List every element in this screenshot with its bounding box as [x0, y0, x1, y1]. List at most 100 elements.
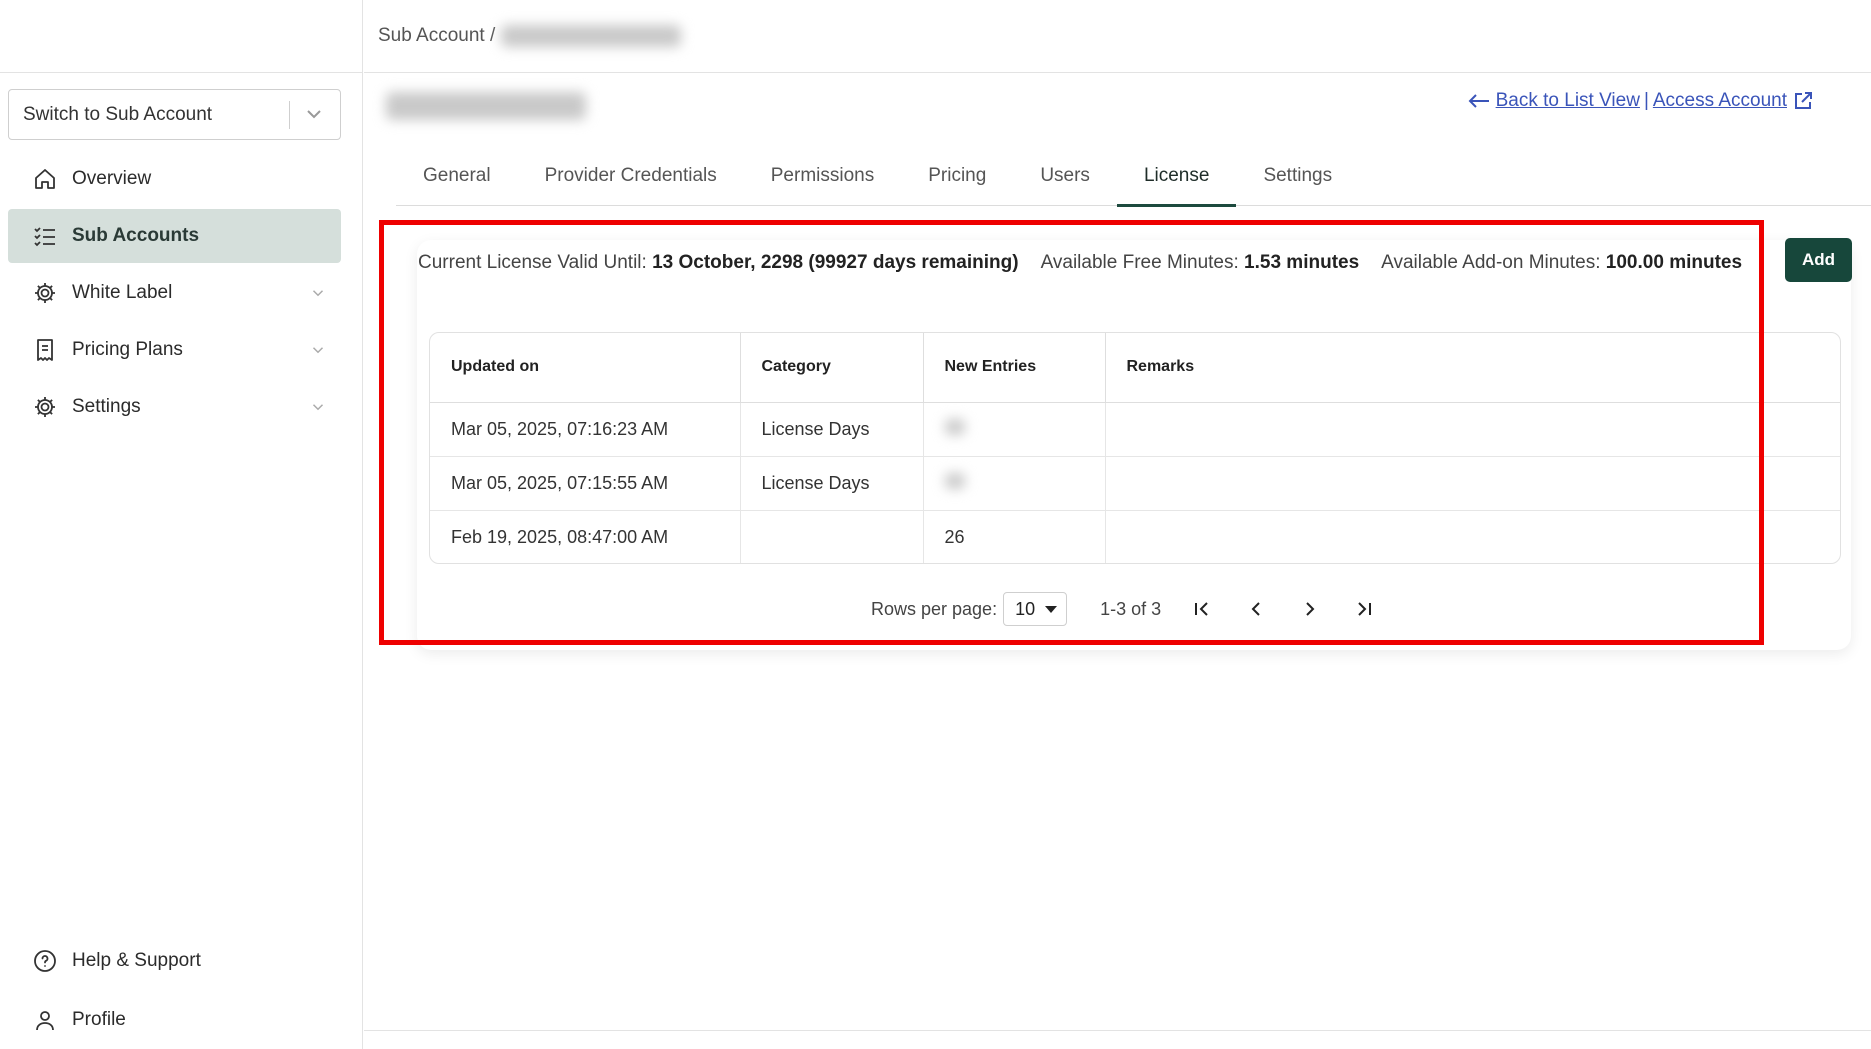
sidebar-item-label: Pricing Plans	[72, 339, 183, 360]
addon-minutes-value: 100.00 minutes	[1605, 252, 1743, 273]
next-page-button[interactable]	[1297, 596, 1323, 622]
main-content: Sub Account / Back to List View | Access…	[364, 0, 1871, 1049]
switch-sub-account-label: Switch to Sub Account	[23, 103, 213, 125]
license-validity: Current License Valid Until: 13 October,…	[418, 252, 1019, 274]
chevron-right-icon	[1306, 602, 1315, 616]
chevron-down-icon	[312, 404, 324, 411]
redacted-value	[944, 418, 965, 435]
user-icon	[32, 1007, 58, 1033]
rows-per-page-value: 10	[1015, 598, 1036, 619]
free-minutes-label: Available Free Minutes:	[1040, 252, 1239, 273]
table-header-row: Updated on Category New Entries Remarks	[430, 333, 1840, 403]
arrow-left-icon[interactable]	[1468, 93, 1490, 109]
sidebar-item-label: Sub Accounts	[72, 225, 200, 246]
chevron-down-icon	[312, 290, 324, 297]
column-header-updated-on[interactable]: Updated on	[430, 333, 741, 403]
tab-bar: General Provider Credentials Permissions…	[396, 145, 1871, 207]
external-link-icon[interactable]	[1793, 91, 1813, 111]
table-row: Mar 05, 2025, 07:16:23 AM License Days	[430, 402, 1840, 457]
pagination: Rows per page: 10 1-3 of 3	[871, 592, 1377, 626]
caret-down-icon	[1045, 606, 1058, 613]
first-page-icon	[1195, 602, 1208, 616]
table-row: Feb 19, 2025, 08:47:00 AM 26	[430, 510, 1840, 563]
previous-page-button[interactable]	[1243, 596, 1269, 622]
breadcrumb-account-name-redacted	[501, 25, 682, 47]
gear-icon	[32, 280, 58, 306]
tab-license[interactable]: License	[1116, 145, 1237, 207]
table-row: Mar 05, 2025, 07:15:55 AM License Days	[430, 456, 1840, 511]
breadcrumb: Sub Account /	[364, 0, 1871, 73]
cell-remarks	[1105, 402, 1840, 457]
column-header-remarks[interactable]: Remarks	[1105, 333, 1840, 403]
breadcrumb-root[interactable]: Sub Account /	[378, 25, 495, 47]
sidebar-item-label: Help & Support	[72, 950, 201, 971]
home-icon	[32, 166, 58, 192]
sidebar-item-label: Overview	[72, 168, 152, 189]
sidebar-bottom-nav: Help & Support Profile	[8, 933, 341, 1049]
gear-icon	[32, 394, 58, 420]
cell-updated-on: Mar 05, 2025, 07:15:55 AM	[430, 456, 741, 511]
pagination-range: 1-3 of 3	[1100, 598, 1162, 619]
redacted-value	[944, 472, 965, 489]
tab-permissions[interactable]: Permissions	[744, 145, 901, 206]
cell-new-entries: 26	[923, 510, 1106, 563]
cell-remarks	[1105, 456, 1840, 511]
sidebar-item-white-label[interactable]: White Label	[8, 266, 341, 320]
sidebar-nav: Overview Sub Accounts White Label Pricin…	[8, 152, 341, 437]
license-history-table: Updated on Category New Entries Remarks …	[429, 332, 1841, 564]
last-page-icon	[1358, 602, 1372, 616]
select-separator	[289, 101, 290, 129]
tab-general[interactable]: General	[396, 145, 518, 206]
license-valid-value: 13 October, 2298 (99927 days remaining)	[652, 252, 1019, 273]
receipt-icon	[32, 337, 58, 363]
first-page-button[interactable]	[1189, 596, 1215, 622]
access-account-link[interactable]: Access Account	[1653, 90, 1787, 112]
header-links: Back to List View | Access Account	[1468, 90, 1813, 112]
help-icon	[32, 948, 58, 974]
cell-updated-on: Mar 05, 2025, 07:16:23 AM	[430, 402, 741, 457]
sidebar-item-pricing-plans[interactable]: Pricing Plans	[8, 323, 341, 377]
addon-minutes-label: Available Add-on Minutes:	[1381, 252, 1601, 273]
column-header-new-entries[interactable]: New Entries	[923, 333, 1106, 403]
sidebar-item-overview[interactable]: Overview	[8, 152, 341, 206]
sidebar-item-label: Profile	[72, 1009, 126, 1030]
column-header-category[interactable]: Category	[740, 333, 924, 403]
sidebar-item-label: White Label	[72, 282, 173, 303]
sidebar-item-label: Settings	[72, 396, 141, 417]
cell-category: License Days	[740, 402, 924, 457]
switch-sub-account-select[interactable]: Switch to Sub Account	[8, 89, 341, 140]
page-title-redacted	[386, 92, 586, 120]
link-separator: |	[1643, 90, 1649, 111]
cell-updated-on: Feb 19, 2025, 08:47:00 AM	[430, 510, 741, 563]
chevron-left-icon	[1251, 602, 1260, 616]
rows-per-page-label: Rows per page:	[871, 598, 998, 619]
license-summary: Current License Valid Until: 13 October,…	[418, 252, 1764, 274]
sidebar: Switch to Sub Account Overview Sub Accou…	[0, 0, 363, 1049]
sidebar-item-settings[interactable]: Settings	[8, 380, 341, 434]
cell-new-entries	[923, 456, 1106, 511]
addon-minutes: Available Add-on Minutes: 100.00 minutes	[1381, 252, 1742, 274]
list-icon	[32, 223, 58, 249]
cell-remarks	[1105, 510, 1840, 563]
sidebar-header	[0, 0, 362, 73]
tab-settings[interactable]: Settings	[1236, 145, 1359, 206]
last-page-button[interactable]	[1351, 596, 1377, 622]
cell-category: License Days	[740, 456, 924, 511]
add-license-button[interactable]: Add	[1785, 238, 1852, 282]
sidebar-item-sub-accounts[interactable]: Sub Accounts	[8, 209, 341, 263]
cell-category	[740, 510, 924, 563]
license-valid-label: Current License Valid Until:	[418, 252, 647, 273]
sidebar-item-profile[interactable]: Profile	[8, 992, 341, 1048]
tab-pricing[interactable]: Pricing	[901, 145, 1013, 206]
footer-divider	[364, 1030, 1871, 1031]
sidebar-item-help-support[interactable]: Help & Support	[8, 933, 341, 989]
rows-per-page-select[interactable]: 10	[1003, 592, 1068, 626]
tab-provider-credentials[interactable]: Provider Credentials	[518, 145, 744, 206]
free-minutes-value: 1.53 minutes	[1244, 252, 1360, 273]
chevron-down-icon[interactable]	[302, 102, 326, 126]
chevron-down-icon	[312, 347, 324, 354]
cell-new-entries	[923, 402, 1106, 457]
free-minutes: Available Free Minutes: 1.53 minutes	[1041, 252, 1360, 274]
back-to-list-link[interactable]: Back to List View	[1496, 90, 1640, 112]
tab-users[interactable]: Users	[1013, 145, 1117, 206]
